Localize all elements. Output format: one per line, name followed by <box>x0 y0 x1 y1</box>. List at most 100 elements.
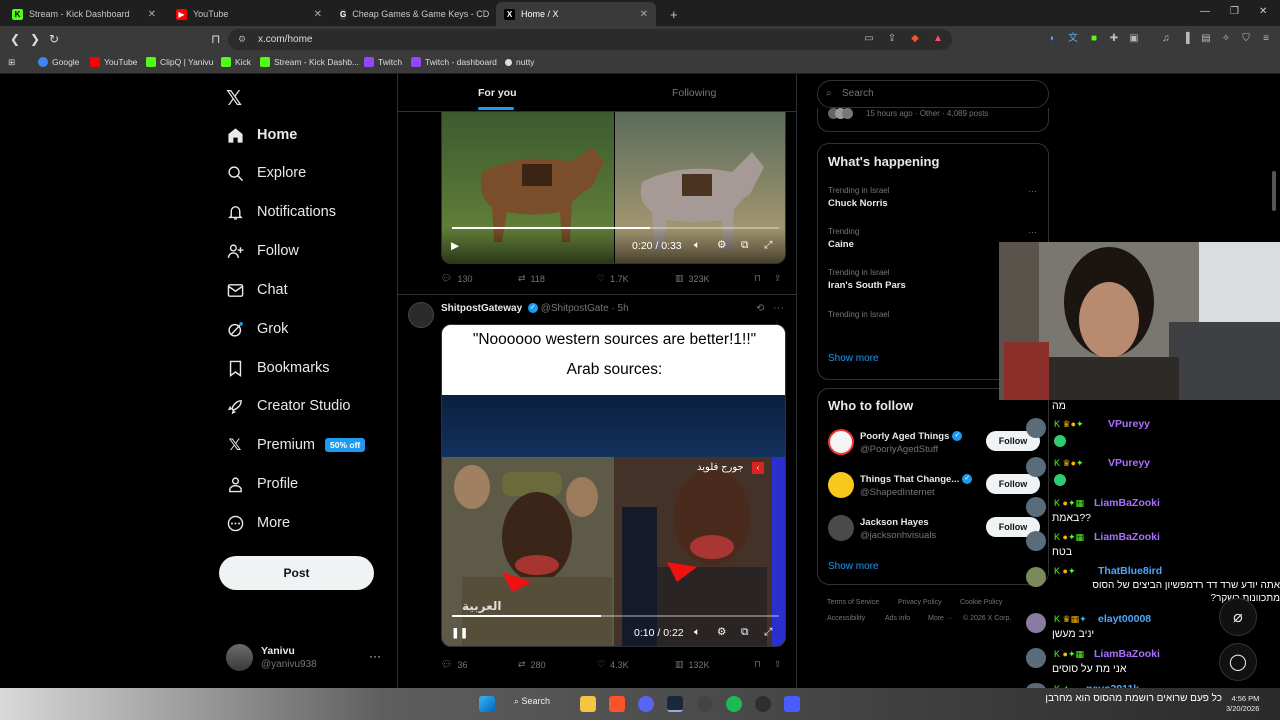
windows-start-icon[interactable] <box>479 696 495 712</box>
browser-tab-kick[interactable]: K Stream - Kick Dashboard ✕ <box>4 2 164 26</box>
reply-button[interactable]: 💬︎ 130 <box>441 273 472 284</box>
bookmark-twitch[interactable]: Twitch <box>364 57 402 67</box>
like-button[interactable]: ♡ 1.7K <box>597 273 629 284</box>
translate-icon[interactable]: 文 <box>1067 33 1079 45</box>
steam-icon[interactable] <box>667 696 683 712</box>
chat-username[interactable]: LiamBaZooki <box>1094 531 1160 543</box>
tab-following[interactable]: Following <box>672 87 716 99</box>
nav-home[interactable]: Home <box>226 120 297 150</box>
cast-icon[interactable]: ▭ <box>863 33 875 45</box>
nav-more[interactable]: More <box>226 508 290 538</box>
follow-suggestion[interactable]: Jackson Hayes @jacksonhvisuals Follow <box>828 513 1043 547</box>
messages-fab-button[interactable]: ◯ <box>1219 643 1257 681</box>
chat-username[interactable]: VPureyy <box>1108 457 1150 469</box>
footer-more[interactable]: More ··· <box>928 615 953 622</box>
brave-shield-icon[interactable]: ◆ <box>909 33 921 45</box>
screenshot-icon[interactable]: ▣ <box>1128 33 1140 45</box>
bookmark-kick-dashboard[interactable]: Stream - Kick Dashb... <box>260 57 359 67</box>
post-video-meme[interactable]: "Noooooo western sources are better!1!!"… <box>441 324 786 647</box>
footer-ads[interactable]: Ads info <box>885 615 910 622</box>
trend-more-icon[interactable]: ··· <box>1028 227 1037 237</box>
nav-grok[interactable]: Grok <box>226 314 288 344</box>
grok-fab-button[interactable]: ⌀ <box>1219 598 1257 636</box>
obs-icon[interactable] <box>755 696 771 712</box>
brave-rewards-icon[interactable]: ▲ <box>932 33 944 45</box>
show-more-link[interactable]: Show more <box>828 561 879 572</box>
wallet-icon[interactable]: ▤ <box>1200 33 1212 45</box>
nav-chat[interactable]: Chat <box>226 275 288 305</box>
trend-more-icon[interactable]: ··· <box>1028 186 1037 196</box>
pause-icon[interactable]: ❚❚ <box>451 627 469 639</box>
extension-green-icon[interactable]: ■ <box>1088 33 1100 45</box>
post-time[interactable]: · 5h <box>611 303 628 314</box>
taskbar-clock[interactable]: 4:56 PM 3/20/2026 <box>1226 694 1259 714</box>
site-info-icon[interactable]: ⚙ <box>238 29 246 50</box>
fullscreen-icon[interactable]: ⤢ <box>764 626 772 639</box>
puzzle-icon[interactable]: ✚ <box>1108 33 1120 45</box>
brave-icon[interactable] <box>609 696 625 712</box>
nav-premium[interactable]: 𝕏 Premium 50% off <box>226 430 366 460</box>
footer-accessibility[interactable]: Accessibility <box>827 615 865 622</box>
post-button[interactable]: Post <box>219 556 374 590</box>
browser-tab-youtube[interactable]: ▶ YouTube ✕ <box>168 2 330 26</box>
close-icon[interactable]: ✕ <box>640 9 648 20</box>
repost-button[interactable]: ⇄ 280 <box>518 659 546 670</box>
ai-icon[interactable]: ✧ <box>1220 33 1232 45</box>
sidebar-icon[interactable]: ▐ <box>1180 33 1192 45</box>
trend-item[interactable]: Trending in Israel Chuck Norris ··· <box>828 186 1043 209</box>
post-more-icon[interactable]: ··· <box>773 302 784 314</box>
bookmark-twitch-dashboard[interactable]: Twitch - dashboard <box>411 57 497 67</box>
url-field[interactable]: ⚙ x.com/home <box>228 29 952 50</box>
footer-terms[interactable]: Terms of Service <box>827 599 879 606</box>
extension-icon[interactable]: ◗ <box>1046 33 1058 45</box>
bookmark-nutty[interactable]: nutty <box>505 57 534 67</box>
chat-username[interactable]: elayt00008 <box>1098 613 1151 625</box>
browser-tab-x[interactable]: X Home / X ✕ <box>496 2 656 26</box>
bookmark-clipq[interactable]: ClipQ | Yanivu <box>146 57 213 67</box>
like-button[interactable]: ♡ 4.3K <box>597 659 629 670</box>
fullscreen-icon[interactable]: ⤢ <box>764 239 772 252</box>
bookmark-google[interactable]: Google <box>38 57 79 67</box>
tab-for-you[interactable]: For you <box>478 87 517 110</box>
author-name[interactable]: ShitpostGateway <box>441 303 522 314</box>
footer-privacy[interactable]: Privacy Policy <box>898 599 942 606</box>
close-window-icon[interactable]: ✕ <box>1259 6 1267 17</box>
account-switcher[interactable]: Yanivu @yanivu938 ··· <box>226 642 386 674</box>
more-icon[interactable]: ··· <box>369 649 381 663</box>
forward-icon[interactable]: ❯ <box>30 32 40 46</box>
spotify-icon[interactable] <box>726 696 742 712</box>
nav-profile[interactable]: Profile <box>226 469 298 499</box>
share-post-icon[interactable]: ⇪ <box>774 273 782 284</box>
taskbar-search[interactable]: ⌕ Search <box>514 696 550 707</box>
footer-cookie[interactable]: Cookie Policy <box>960 599 1002 606</box>
views-button[interactable]: ▥ 132K <box>675 659 710 670</box>
bookmark-page-icon[interactable]: ⊓ <box>211 32 220 46</box>
author-handle[interactable]: @ShitpostGate <box>541 303 609 314</box>
vpn-icon[interactable]: ⛉ <box>1240 33 1252 45</box>
share-icon[interactable]: ⇪ <box>886 33 898 45</box>
maximize-icon[interactable]: ❐ <box>1230 6 1239 17</box>
repost-button[interactable]: ⇄ 118 <box>518 273 545 284</box>
reload-icon[interactable]: ↻ <box>49 32 59 46</box>
file-explorer-icon[interactable] <box>580 696 596 712</box>
scrollbar-thumb[interactable] <box>1272 171 1276 211</box>
new-tab-button[interactable]: + <box>662 2 678 26</box>
follow-suggestion[interactable]: Things That Change... ✓ @ShapedInternet F… <box>828 470 1043 504</box>
nav-follow[interactable]: Follow <box>226 236 299 266</box>
discord-icon[interactable] <box>638 696 654 712</box>
nav-notifications[interactable]: Notifications <box>226 197 336 227</box>
nav-bookmarks[interactable]: Bookmarks <box>226 353 330 383</box>
search-input[interactable]: ⌕ Search <box>817 80 1049 108</box>
grok-post-icon[interactable]: ⟲ <box>756 303 764 314</box>
follow-suggestion[interactable]: Poorly Aged Things ✓ @PoorlyAgedStuff Fol… <box>828 427 1043 461</box>
show-more-link[interactable]: Show more <box>828 353 879 364</box>
back-icon[interactable]: ❮ <box>10 32 20 46</box>
pip-icon[interactable]: ⧉ <box>741 239 749 252</box>
chat-username[interactable]: ThatBlue8ird <box>1098 565 1162 577</box>
author-avatar[interactable] <box>408 302 434 328</box>
x-logo-icon[interactable]: 𝕏 <box>226 86 242 111</box>
settings-icon[interactable]: ⚙ <box>717 626 726 638</box>
chat-username[interactable]: LiamBaZooki <box>1094 497 1160 509</box>
bookmark-post-icon[interactable]: ⊓ <box>754 659 761 670</box>
apps-icon[interactable]: ⊞ <box>8 57 15 68</box>
